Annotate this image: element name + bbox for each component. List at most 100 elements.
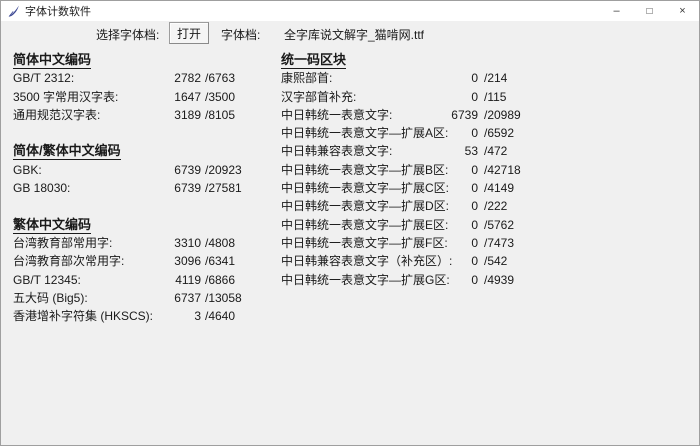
stat-row: 中日韩兼容表意文字（补充区）: 0/542 xyxy=(281,252,531,270)
stat-label: 台湾教育部常用字: xyxy=(13,235,113,250)
stat-label: 3500 字常用汉字表: xyxy=(13,89,119,104)
stat-row: GBK: 6739/20923 xyxy=(13,161,275,179)
stat-total: /222 xyxy=(484,199,508,214)
stat-count: 0 xyxy=(471,199,478,214)
stat-row: 通用规范汉字表: 3189/8105 xyxy=(13,106,275,124)
stat-count: 0 xyxy=(471,126,478,141)
stat-label: 五大码 (Big5): xyxy=(13,290,88,305)
stat-row: 香港增补字符集 (HKSCS): 3/4640 xyxy=(13,307,275,325)
section-title-text: 繁体中文编码 xyxy=(13,216,92,234)
stat-total: /7473 xyxy=(484,235,515,250)
stat-count: 0 xyxy=(471,71,478,86)
stat-row: 中日韩兼容表意文字: 53/472 xyxy=(281,142,531,160)
stat-total: /20989 xyxy=(484,107,521,122)
app-window: 字体计数软件 – □ × 选择字体档: 打开 字体档: 全字库说文解字_猫啃网.… xyxy=(0,0,700,446)
stat-count: 3096 xyxy=(174,254,201,269)
stat-total: /472 xyxy=(484,144,508,159)
stat-count: 0 xyxy=(471,235,478,250)
tk-feather-icon xyxy=(7,5,20,18)
stat-row: GB/T 2312: 2782/6763 xyxy=(13,69,275,87)
right-stats-column: 统一码区块康熙部首: 0/214 汉字部首补充: 0/115 中日韩统一表意文字: 673… xyxy=(281,51,531,289)
select-font-file-label: 选择字体档: xyxy=(96,28,160,42)
section-title-text: 简体/繁体中文编码 xyxy=(13,143,121,161)
stat-count: 0 xyxy=(471,89,478,104)
stat-total: /6866 xyxy=(205,272,236,287)
section-title: 统一码区块 xyxy=(281,51,531,69)
stat-row: 中日韩统一表意文字—扩展E区: 0/5762 xyxy=(281,216,531,234)
stat-row: 康熙部首: 0/214 xyxy=(281,69,531,87)
stat-total: /4640 xyxy=(205,309,236,324)
stat-row: 台湾教育部常用字: 3310/4808 xyxy=(13,234,275,252)
section-title: 简体中文编码 xyxy=(13,51,275,69)
stat-row: 五大码 (Big5): 6737/13058 xyxy=(13,289,275,307)
stat-row: 3500 字常用汉字表: 1647/3500 xyxy=(13,88,275,106)
stat-label: GB/T 12345: xyxy=(13,272,81,287)
stat-label: 香港增补字符集 (HKSCS): xyxy=(13,309,154,324)
stat-count: 4119 xyxy=(175,272,201,287)
stat-count: 0 xyxy=(471,162,478,177)
stat-total: /42718 xyxy=(484,162,521,177)
maximize-icon[interactable]: □ xyxy=(633,1,666,21)
stat-row: 中日韩统一表意文字—扩展D区: 0/222 xyxy=(281,197,531,215)
stat-count: 0 xyxy=(471,181,478,196)
open-button[interactable]: 打开 xyxy=(169,22,209,44)
stat-total: /5762 xyxy=(484,217,515,232)
stat-count: 6739 xyxy=(451,107,478,122)
stat-label: 台湾教育部次常用字: xyxy=(13,254,125,269)
section-title: 繁体中文编码 xyxy=(13,216,275,234)
stat-row: 台湾教育部次常用字: 3096/6341 xyxy=(13,252,275,270)
stat-count: 6739 xyxy=(174,181,201,196)
stat-count: 0 xyxy=(471,217,478,232)
section-title: 简体/繁体中文编码 xyxy=(13,142,275,161)
stat-total: /115 xyxy=(484,89,507,104)
stat-row: 中日韩统一表意文字—扩展A区: 0/6592 xyxy=(281,124,531,142)
stat-total: /6592 xyxy=(484,126,515,141)
stat-total: /13058 xyxy=(205,290,242,305)
minimize-icon[interactable]: – xyxy=(600,1,633,21)
stat-total: /4939 xyxy=(484,272,515,287)
stat-count: 6739 xyxy=(174,162,201,177)
stat-total: /3500 xyxy=(205,89,236,104)
stat-total: /8105 xyxy=(205,107,236,122)
stat-total: /214 xyxy=(484,71,508,86)
stat-row: 中日韩统一表意文字—扩展C区: 0/4149 xyxy=(281,179,531,197)
stat-row: 汉字部首补充: 0/115 xyxy=(281,88,531,106)
stat-row: 中日韩统一表意文字—扩展F区: 0/7473 xyxy=(281,234,531,252)
stat-total: /4149 xyxy=(484,181,515,196)
stat-label: 中日韩兼容表意文字: xyxy=(281,144,393,159)
stat-label: 通用规范汉字表: xyxy=(13,107,101,122)
stat-total: /27581 xyxy=(205,181,242,196)
stat-label: 汉字部首补充: xyxy=(281,89,357,104)
stat-count: 2782 xyxy=(174,71,201,86)
stat-label: 中日韩统一表意文字: xyxy=(281,107,393,122)
stat-total: /20923 xyxy=(205,162,242,177)
section-title-text: 统一码区块 xyxy=(281,52,347,69)
window-title: 字体计数软件 xyxy=(25,6,91,18)
stat-count: 3189 xyxy=(174,107,201,122)
stat-count: 3 xyxy=(194,309,201,324)
stat-row: GB/T 12345: 4119/6866 xyxy=(13,271,275,289)
stat-count: 1647 xyxy=(174,89,201,104)
stat-total: /542 xyxy=(484,254,508,269)
stat-count: 0 xyxy=(471,272,478,287)
stat-total: /4808 xyxy=(205,235,236,250)
close-icon[interactable]: × xyxy=(666,1,699,21)
left-stats-column: 简体中文编码 GB/T 2312: 2782/6763 3500 字常用汉字表: 164… xyxy=(13,51,275,325)
font-file-label: 字体档: xyxy=(221,28,261,42)
section-title-text: 简体中文编码 xyxy=(13,52,92,69)
font-file-name: 全字库说文解字_猫啃网.ttf xyxy=(284,28,425,42)
stat-row: 中日韩统一表意文字—扩展G区: 0/4939 xyxy=(281,271,531,289)
stat-total: /6341 xyxy=(205,254,236,269)
stat-label: 康熙部首: xyxy=(281,71,333,86)
stat-row: 中日韩统一表意文字: 6739/20989 xyxy=(281,106,531,124)
title-bar[interactable]: 字体计数软件 – □ × xyxy=(1,1,699,21)
stat-total: /6763 xyxy=(205,71,236,86)
stat-count: 3310 xyxy=(174,235,201,250)
stat-row: 中日韩统一表意文字—扩展B区: 0/42718 xyxy=(281,161,531,179)
stat-count: 0 xyxy=(471,254,478,269)
stat-label: GB/T 2312: xyxy=(13,71,75,86)
stat-label: GB 18030: xyxy=(13,181,71,196)
stat-count: 6737 xyxy=(174,290,201,305)
